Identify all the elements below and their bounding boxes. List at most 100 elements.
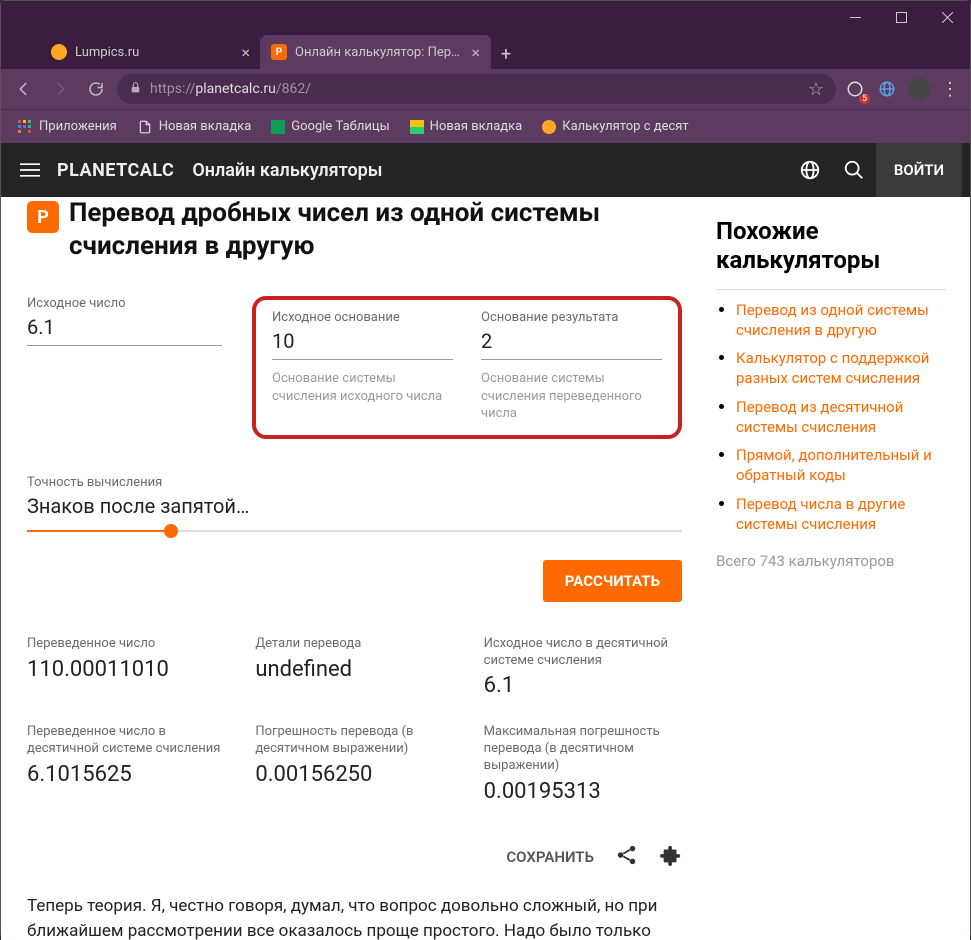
site-subtitle[interactable]: Онлайн калькуляторы [192,160,382,181]
page-viewport: PLANETCALC Онлайн калькуляторы ВОЙТИ P П… [1,143,970,940]
globe-extension-icon[interactable] [874,76,900,102]
url-text: https://planetcalc.ru/862/ [150,81,311,97]
result-details: Детали перевода undefined [255,636,453,699]
target-base-field[interactable]: Основание результата 2 Основание системы… [481,310,662,423]
result-max-error: Максимальная погрешность перевода (в дес… [484,724,682,804]
result-label: Детали перевода [255,636,453,653]
bookmarks-bar: Приложения Новая вкладка Google Таблицы … [1,109,970,143]
source-base-field[interactable]: Исходное основание 10 Основание системы … [272,310,453,423]
tab-close-icon[interactable]: × [471,43,480,62]
precision-slider[interactable] [27,530,682,532]
result-label: Погрешность перевода (в десятичном выраж… [255,724,453,758]
field-help: Основание системы счисления переведенног… [481,370,662,423]
window-titlebar [1,1,970,33]
highlighted-box: Исходное основание 10 Основание системы … [252,296,682,439]
browser-tab-strip: Lumpics.ru × P Онлайн калькулятор: Перев… [1,33,970,69]
reload-button[interactable] [81,74,111,104]
field-label: Основание результата [481,310,662,325]
favicon [51,44,67,60]
extension-badge: 5 [859,94,870,104]
site-appbar: PLANETCALC Онлайн калькуляторы ВОЙТИ [1,143,970,197]
bookmark-item[interactable]: Google Таблицы [265,116,395,137]
related-list: Перевод из одной системы счисления в дру… [716,300,946,535]
browser-toolbar: https://planetcalc.ru/862/ ☆ 5 ⋮ [1,69,970,109]
browser-tab[interactable]: P Онлайн калькулятор: Перевод д × [261,35,491,69]
related-link[interactable]: Перевод из десятичной системы счисления [736,398,903,436]
result-value: 6.1015625 [27,762,225,787]
search-button[interactable] [832,148,876,192]
bookmark-label: Новая вкладка [430,119,523,134]
result-converted-decimal: Переведенное число в десятичной системе … [27,724,225,804]
related-link[interactable]: Калькулятор с поддержкой разных систем с… [736,349,929,387]
sidebar: Похожие калькуляторы Перевод из одной си… [708,197,970,940]
bookmark-label: Калькулятор с десят [562,119,688,134]
apps-icon [17,119,33,135]
theory-text: Теперь теория. Я, честно говоря, думал, … [27,894,682,940]
image-icon [410,120,424,134]
bookmark-item[interactable]: Калькулятор с десят [536,116,694,137]
field-value[interactable]: 2 [481,329,662,360]
calculate-button[interactable]: РАССЧИТАТЬ [543,560,682,602]
bookmark-label: Google Таблицы [291,119,389,134]
related-link[interactable]: Прямой, дополнительный и обратный коды [736,446,932,484]
file-icon [137,119,153,135]
divider [716,289,946,290]
slider-knob[interactable] [164,524,178,538]
results-grid: Переведенное число 110.00011010 Детали пе… [27,636,682,804]
back-button[interactable] [9,74,39,104]
bookmark-item[interactable]: Новая вкладка [131,116,258,138]
extension-puzzle-icon[interactable] [660,844,682,870]
field-label: Исходное число [27,296,222,311]
actions-row: СОХРАНИТЬ [27,844,682,870]
result-value: 110.00011010 [27,657,225,682]
window-close[interactable] [924,1,970,33]
tab-close-icon[interactable]: × [241,43,250,62]
forward-button[interactable] [45,74,75,104]
sidebar-count: Всего 743 калькуляторов [716,550,946,573]
menu-button[interactable] [9,162,51,178]
main-content: P Перевод дробных чисел из одной системы… [1,197,708,940]
bookmark-label: Новая вкладка [159,119,252,134]
result-source-decimal: Исходное число в десятичной системе счис… [484,636,682,699]
login-button[interactable]: ВОЙТИ [876,143,962,197]
related-link[interactable]: Перевод числа в другие системы счисления [736,495,905,533]
profile-avatar[interactable] [906,76,932,102]
precision-field[interactable]: Точность вычисления Знаков после запятой… [27,475,682,532]
calculator-icon: P [27,201,59,233]
address-bar[interactable]: https://planetcalc.ru/862/ ☆ [117,74,836,104]
result-label: Максимальная погрешность перевода (в дес… [484,724,682,775]
result-label: Переведенное число в десятичной системе … [27,724,225,758]
browser-menu-icon[interactable]: ⋮ [938,79,962,100]
field-value[interactable]: 6.1 [27,315,222,346]
result-value: 0.00195313 [484,779,682,804]
favicon: P [271,44,287,60]
sidebar-title: Похожие калькуляторы [716,217,946,275]
result-value: 6.1 [484,673,682,698]
bookmark-item[interactable]: Новая вкладка [404,116,529,137]
browser-tab[interactable]: Lumpics.ru × [41,35,261,69]
tab-title: Lumpics.ru [75,45,233,60]
bookmark-apps[interactable]: Приложения [11,116,123,138]
share-icon[interactable] [616,844,638,870]
field-value[interactable]: 10 [272,329,453,360]
result-value: 0.00156250 [255,762,453,787]
site-brand[interactable]: PLANETCALC [57,160,174,181]
window-minimize[interactable] [832,1,878,33]
save-button[interactable]: СОХРАНИТЬ [506,848,594,866]
orange-dot-icon [542,120,556,134]
source-number-field[interactable]: Исходное число 6.1 [27,296,222,346]
result-value: undefined [255,657,453,682]
sheets-icon [271,120,285,134]
new-tab-button[interactable]: + [491,39,521,69]
result-label: Переведенное число [27,636,225,653]
window-maximize[interactable] [878,1,924,33]
field-label: Точность вычисления [27,475,682,490]
language-button[interactable] [788,148,832,192]
star-icon[interactable]: ☆ [808,79,824,100]
field-value[interactable]: Знаков после запятой… [27,494,682,524]
bookmark-label: Приложения [39,119,117,134]
field-help: Основание системы счисления исходного чи… [272,370,453,405]
result-error: Погрешность перевода (в десятичном выраж… [255,724,453,804]
related-link[interactable]: Перевод из одной системы счисления в дру… [736,301,929,339]
extension-icon[interactable]: 5 [842,76,868,102]
